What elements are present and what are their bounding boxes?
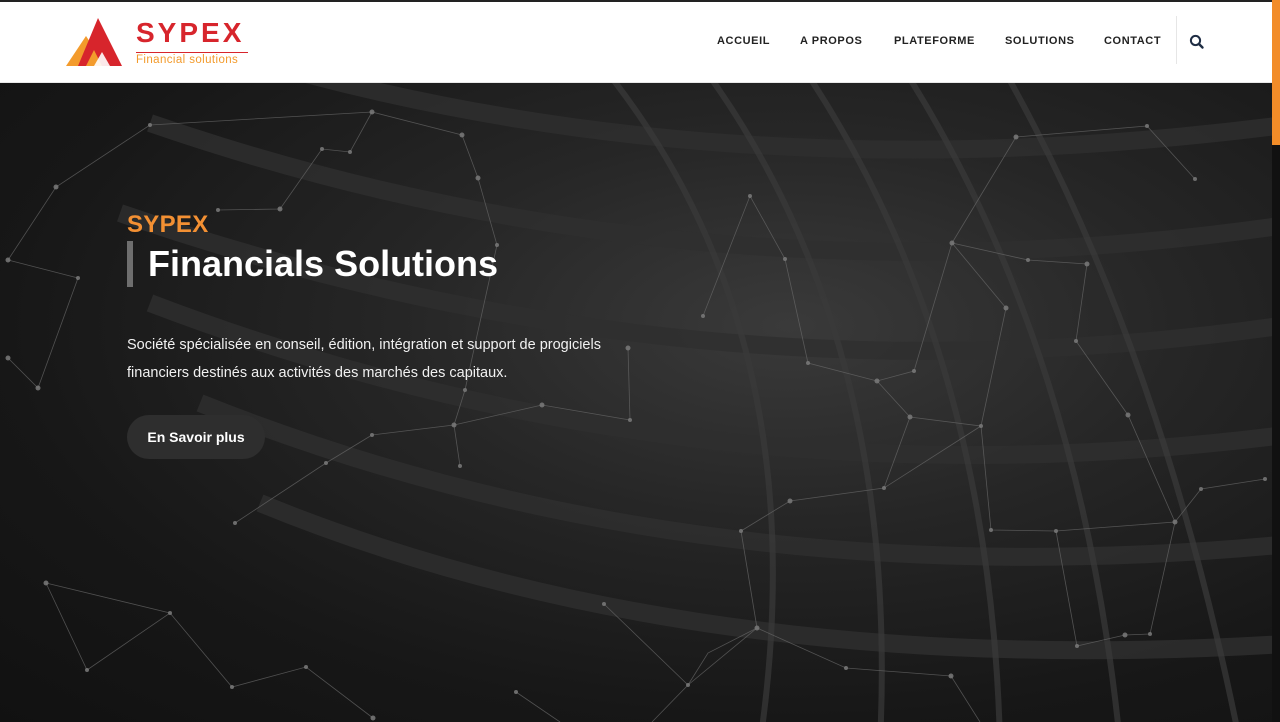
nav-item-solutions[interactable]: SOLUTIONS <box>1005 35 1075 47</box>
hero-description: Société spécialisée en conseil, édition,… <box>127 337 601 381</box>
search-button[interactable] <box>1188 33 1206 51</box>
search-icon <box>1189 34 1204 49</box>
nav-item-a-propos[interactable]: A PROPOS <box>800 35 862 47</box>
main-nav: ACCUEIL A PROPOS PLATEFORME SOLUTIONS CO… <box>0 2 1272 83</box>
hero-section: SYPEX Financials Solutions Société spéci… <box>0 83 1272 722</box>
nav-item-plateforme[interactable]: PLATEFORME <box>894 35 975 47</box>
hero-title-accent-bar <box>127 241 133 287</box>
nav-item-contact[interactable]: CONTACT <box>1104 35 1161 47</box>
nav-divider <box>1176 16 1177 64</box>
hero-kicker: SYPEX <box>127 211 209 238</box>
nav-item-accueil[interactable]: ACCUEIL <box>717 35 770 47</box>
scrollbar-thumb[interactable] <box>1272 0 1280 145</box>
learn-more-button[interactable]: En Savoir plus <box>127 415 265 459</box>
scrollbar-track[interactable] <box>1272 145 1280 722</box>
hero-background-pattern <box>5 83 1272 722</box>
hero-title: Financials Solutions <box>148 243 499 284</box>
site-header: SYPEX Financial solutions ACCUEIL A PROP… <box>0 2 1272 83</box>
